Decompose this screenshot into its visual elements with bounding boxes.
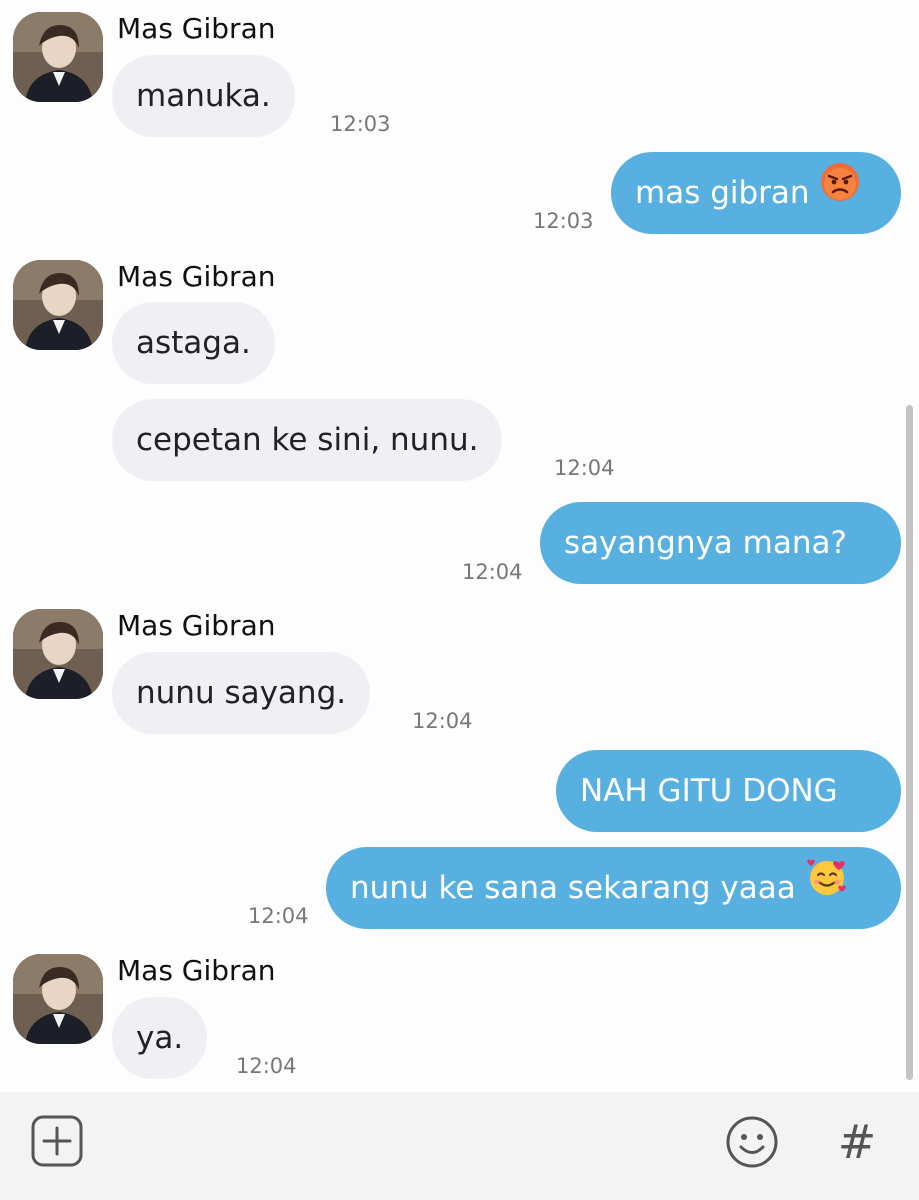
incoming-message-bubble[interactable]: nunu sayang. (112, 652, 371, 734)
sender-name: Mas Gibran (117, 12, 276, 45)
message-timestamp: 12:03 (533, 209, 594, 233)
incoming-message-bubble[interactable]: ya. (112, 997, 208, 1079)
message-timestamp: 12:04 (236, 1054, 297, 1078)
message-timestamp: 12:04 (554, 456, 615, 480)
smiley-icon[interactable] (724, 1114, 780, 1170)
hashtag-icon[interactable]: # (832, 1114, 882, 1170)
incoming-message-bubble[interactable]: manuka. (112, 55, 295, 137)
contact-avatar[interactable] (13, 609, 103, 699)
scrollbar[interactable] (906, 405, 913, 1080)
outgoing-message-bubble[interactable]: nunu ke sana sekarang yaaa (326, 847, 901, 929)
sender-name: Mas Gibran (117, 609, 276, 642)
incoming-message-bubble[interactable]: cepetan ke sini, nunu. (112, 399, 503, 481)
incoming-message-bubble[interactable]: astaga. (112, 302, 275, 384)
message-timestamp: 12:04 (462, 560, 523, 584)
angry-face-icon (820, 151, 860, 233)
message-timestamp: 12:04 (412, 709, 473, 733)
message-text: mas gibran (635, 175, 810, 211)
message-text: nunu ke sana sekarang yaaa (350, 870, 796, 906)
plus-square-icon[interactable] (30, 1114, 84, 1168)
smiling-face-with-hearts-icon (806, 846, 848, 928)
contact-avatar[interactable] (13, 12, 103, 102)
chat-message-list[interactable]: Mas Gibran manuka. 12:03 mas gibran 12:0… (0, 0, 919, 1092)
sender-name: Mas Gibran (117, 260, 276, 293)
outgoing-message-bubble[interactable]: NAH GITU DONG (556, 750, 901, 832)
outgoing-message-bubble[interactable]: mas gibran (611, 152, 901, 234)
input-bar: # (0, 1092, 919, 1200)
contact-avatar[interactable] (13, 260, 103, 350)
outgoing-message-bubble[interactable]: sayangnya mana? (540, 502, 901, 584)
contact-avatar[interactable] (13, 954, 103, 1044)
message-timestamp: 12:03 (330, 112, 391, 136)
sender-name: Mas Gibran (117, 954, 276, 987)
message-timestamp: 12:04 (248, 904, 309, 928)
